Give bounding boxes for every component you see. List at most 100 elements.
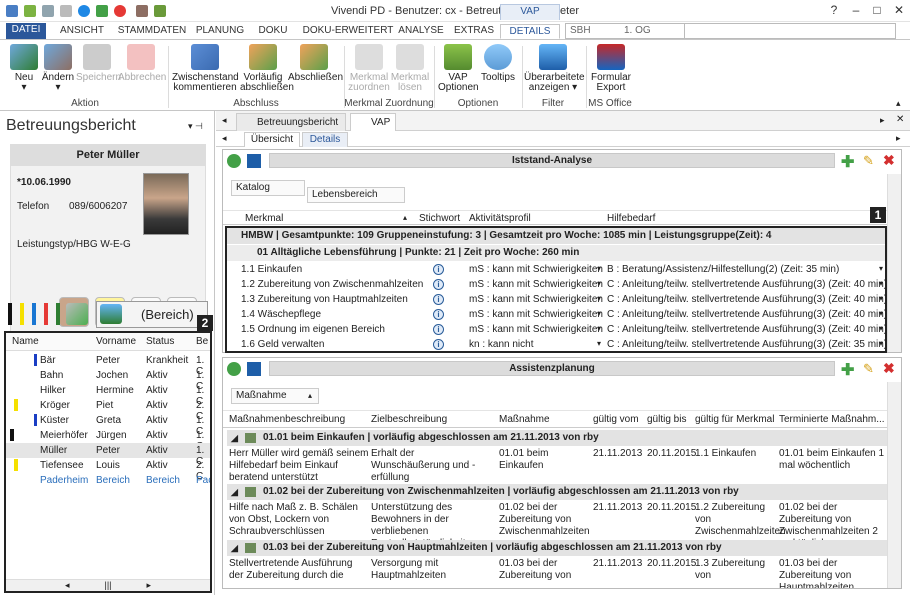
tab-uebersicht[interactable]: Übersicht	[244, 132, 300, 147]
nav-right-icon[interactable]: ▸	[880, 115, 885, 126]
col-gueltig-fuer-merkmal[interactable]: gültig für Merkmal	[695, 414, 774, 425]
cell-status: Aktiv	[146, 430, 168, 441]
formular-export-button[interactable]: Formular Export	[588, 44, 634, 93]
table-row[interactable]: Paderheim Bereich Bereich Pac	[6, 473, 210, 488]
color-marker[interactable]	[20, 303, 24, 325]
col-vorname[interactable]: Vorname	[96, 336, 136, 347]
callout-badge-2: 2	[197, 315, 213, 331]
col-status[interactable]: Status	[146, 336, 174, 347]
speichern-button[interactable]: Speichern	[76, 44, 121, 83]
collapse-icon[interactable]: ◢	[231, 540, 238, 556]
cell-status: Aktiv	[146, 370, 168, 381]
delete-icon[interactable]: ✖	[883, 152, 895, 169]
massnahme-group-row[interactable]: ◢ 01.01 beim Einkaufen | vorläufig abgesc…	[227, 430, 887, 446]
tab-stammdaten[interactable]: STAMMDATEN	[114, 24, 190, 39]
massnahme-group-row[interactable]: ◢ 01.02 bei der Zubereitung von Zwischenm…	[227, 484, 887, 500]
merkmal-zuordnen-button[interactable]: Merkmal zuordnen	[348, 44, 390, 93]
horizontal-scrollbar[interactable]: ◂ ||| ▸	[6, 579, 210, 591]
table-row[interactable]: Tiefensee Louis Aktiv 2. C	[6, 458, 210, 482]
maximize-icon[interactable]: □	[866, 3, 888, 18]
col-gueltig-bis[interactable]: gültig bis	[647, 414, 686, 425]
tab-datei[interactable]: DATEI	[6, 23, 46, 39]
tab-doku-erweitert[interactable]: DOKU-ERWEITERT	[300, 24, 396, 39]
collapse-icon[interactable]: ◢	[231, 484, 238, 500]
cell-beschreibung: Hilfe nach Maß z. B. Schälen von Obst, L…	[229, 502, 358, 537]
nav-left-icon[interactable]: ◂	[222, 115, 227, 126]
add-icon[interactable]: ✚	[841, 152, 854, 172]
vorlaeufig-button[interactable]: Vorläufig abschließen	[240, 44, 294, 93]
table-row[interactable]: Kröger Piet Aktiv 2. C	[6, 398, 210, 422]
tab-details[interactable]: DETAILS	[500, 24, 560, 39]
tab-analyse[interactable]: ANALYSE	[396, 24, 446, 39]
table-row[interactable]: MeierhöferJürgenAktiv1. C	[6, 428, 210, 452]
tab-extras[interactable]: EXTRAS	[450, 24, 498, 39]
tab-details-sub[interactable]: Details	[302, 132, 348, 147]
help-icon[interactable]: ?	[823, 3, 845, 18]
tab-doku[interactable]: DOKU	[250, 24, 296, 39]
table-row[interactable]: Bahn Jochen Aktiv 1. C	[6, 368, 210, 392]
tab-betreuungsbericht[interactable]: Betreuungsbericht	[236, 113, 346, 131]
aendern-button[interactable]: Ändern ▾	[40, 44, 76, 93]
merkmal-loesen-button[interactable]: Merkmal lösen	[390, 44, 430, 93]
close-icon[interactable]: ✕	[888, 3, 910, 18]
pin-icon[interactable]: ▾ ⊣	[188, 121, 203, 132]
massnahme-group-row[interactable]: ◢ 01.03 bei der Zubereitung von Hauptmahl…	[227, 540, 887, 556]
massnahme-chip[interactable]: Maßnahme ▴	[231, 388, 319, 404]
table-row[interactable]: Herr Müller wird gemäß seinem Hilfebedar…	[227, 446, 887, 486]
edit-pen-icon[interactable]	[66, 303, 88, 325]
vap-optionen-button[interactable]: VAP Optionen	[438, 44, 479, 93]
neu-button[interactable]: Neu ▾	[6, 44, 42, 93]
col-bereich[interactable]: Be	[196, 336, 208, 347]
lebensbereich-chip[interactable]: Lebensbereich	[307, 187, 405, 203]
col-massnahme[interactable]: Maßnahme	[499, 414, 550, 425]
expand-icon[interactable]	[247, 154, 261, 168]
col-massnahmenbeschreibung[interactable]: Maßnahmenbeschreibung	[229, 414, 345, 425]
nav-right-icon[interactable]: ▸	[896, 133, 901, 144]
zwischenstand-button[interactable]: Zwischenstand kommentieren	[172, 44, 239, 93]
col-hilfebedarf[interactable]: Hilfebedarf	[607, 213, 655, 224]
cell-name: Paderheim	[40, 475, 89, 486]
up-arrow-icon[interactable]	[227, 154, 241, 168]
abschliessen-button[interactable]: Abschließen	[288, 44, 343, 83]
table-row[interactable]: Stellvertretende Ausführung der Zubereit…	[227, 556, 887, 588]
col-merkmal[interactable]: Merkmal	[245, 213, 283, 224]
katalog-chip[interactable]: Katalog	[231, 180, 305, 196]
pencil-icon[interactable]: ✎	[863, 153, 874, 169]
minimize-icon[interactable]: –	[845, 3, 867, 18]
color-marker[interactable]	[8, 303, 12, 325]
expand-icon[interactable]	[247, 362, 261, 376]
color-marker[interactable]	[56, 303, 60, 325]
table-row[interactable]: Hilfe nach Maß z. B. Schälen von Obst, L…	[227, 500, 887, 549]
tab-ansicht[interactable]: ANSICHT	[52, 24, 112, 39]
close-tab-icon[interactable]: ✕	[896, 114, 904, 125]
abbrechen-button[interactable]: Abbrechen	[118, 44, 166, 83]
color-marker[interactable]	[32, 303, 36, 325]
col-zielbeschreibung[interactable]: Zielbeschreibung	[371, 414, 447, 425]
up-arrow-icon[interactable]	[227, 362, 241, 376]
col-stichwort[interactable]: Stichwort	[419, 213, 460, 224]
nav-left-icon[interactable]: ◂	[222, 133, 227, 144]
delete-icon[interactable]: ✖	[883, 360, 895, 377]
cell-status: Aktiv	[146, 415, 168, 426]
vertical-scrollbar[interactable]	[887, 174, 901, 352]
tab-planung[interactable]: PLANUNG	[192, 24, 248, 39]
color-marker[interactable]	[44, 303, 48, 325]
collapse-ribbon-icon[interactable]: ▴	[896, 98, 901, 109]
table-row[interactable]: Bär Peter Krankheit 1. C	[6, 353, 210, 377]
collapse-icon[interactable]: ◢	[231, 430, 238, 446]
vertical-scrollbar[interactable]	[887, 382, 901, 588]
pencil-icon[interactable]: ✎	[863, 361, 874, 377]
ueberarbeitete-button[interactable]: Überarbeitete anzeigen ▾	[524, 44, 585, 93]
table-row-selected[interactable]: Müller Peter Aktiv 1. C	[6, 443, 210, 467]
col-gueltig-vom[interactable]: gültig vom	[593, 414, 639, 425]
col-terminierte-massnahmen[interactable]: Terminierte Maßnahm...	[779, 414, 885, 425]
table-row[interactable]: Hilker Hermine Aktiv 1. C	[6, 383, 210, 407]
tooltips-button[interactable]: Tooltips	[480, 44, 516, 83]
tab-vap[interactable]: VAP	[350, 113, 396, 131]
cell-vorname: Louis	[96, 460, 120, 471]
floor-field[interactable]: 1. OG	[620, 23, 896, 39]
add-icon[interactable]: ✚	[841, 360, 854, 380]
col-aktivitaetsprofil[interactable]: Aktivitätsprofil	[469, 213, 531, 224]
table-row[interactable]: Küster Greta Aktiv 1. C	[6, 413, 210, 437]
col-name[interactable]: Name	[12, 336, 39, 347]
